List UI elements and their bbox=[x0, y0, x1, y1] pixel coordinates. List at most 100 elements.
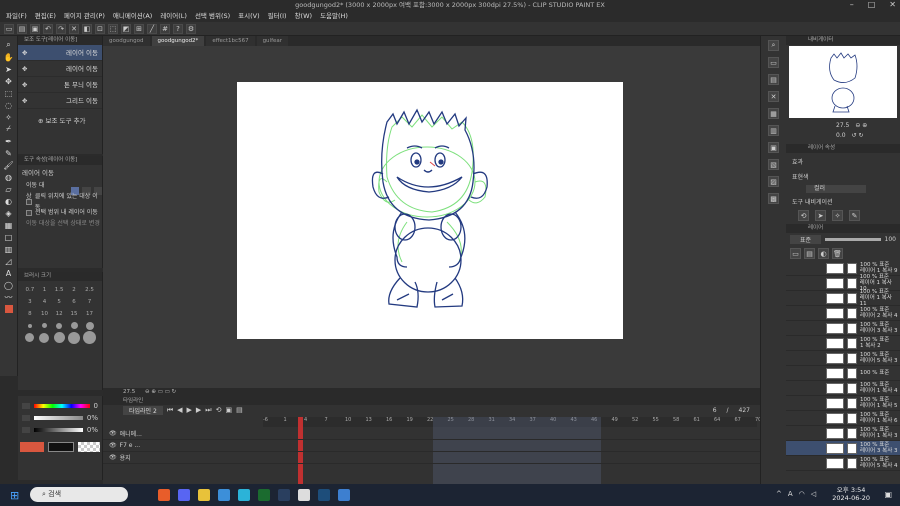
delete-layer-icon[interactable]: 🗑 bbox=[832, 248, 843, 259]
brush-size-item[interactable]: 1 bbox=[39, 285, 51, 294]
new-cel-icon[interactable]: ▤ bbox=[236, 406, 243, 414]
document-tab[interactable]: goodgungod bbox=[103, 36, 150, 46]
taskbar-clock[interactable]: 오후 3:54 2024-06-20 bbox=[832, 486, 870, 502]
brush-size-item[interactable]: 17 bbox=[83, 309, 96, 318]
balloon-icon[interactable]: ◯ bbox=[2, 280, 15, 290]
taskbar-search[interactable]: ⌕ 검색 bbox=[30, 487, 128, 502]
track-row[interactable]: 👁 애니메... bbox=[103, 428, 760, 440]
layer-row[interactable]: 100 % 표준 레이어 3 복사 3 bbox=[786, 321, 900, 336]
layer-row[interactable]: 100 % 표준 레이어 1 복사 5 bbox=[786, 396, 900, 411]
menu-item[interactable]: 애니메이션(A) bbox=[113, 10, 152, 22]
navigator-preview[interactable] bbox=[789, 46, 897, 118]
brush-size-item[interactable]: 8 bbox=[24, 309, 36, 318]
close-icon[interactable]: ✕ bbox=[768, 91, 779, 102]
menu-item[interactable]: 레이어(L) bbox=[160, 10, 187, 22]
menu-item[interactable]: 선택 범위(S) bbox=[195, 10, 230, 22]
folder-icon[interactable] bbox=[198, 489, 210, 501]
brush-size-item[interactable]: 4 bbox=[39, 297, 51, 306]
main-color[interactable] bbox=[20, 442, 44, 452]
ruler-icon[interactable]: ◿ bbox=[2, 256, 15, 266]
gradient-icon[interactable]: ▦ bbox=[2, 220, 15, 230]
app-icon[interactable] bbox=[178, 489, 190, 501]
document-tab[interactable]: gulfear bbox=[256, 36, 289, 46]
brush-size-dot[interactable] bbox=[68, 321, 80, 330]
document-tab[interactable]: goodgungod2* bbox=[151, 36, 205, 46]
clip-studio-icon[interactable] bbox=[298, 489, 310, 501]
close-icon[interactable]: ✕ bbox=[889, 0, 896, 10]
eye-icon[interactable]: 👁 bbox=[109, 454, 117, 461]
opacity-slider[interactable] bbox=[825, 238, 881, 241]
color-select[interactable]: 컬러 bbox=[806, 185, 866, 193]
brush-size-item[interactable]: 2 bbox=[68, 285, 80, 294]
eraser-icon[interactable]: ▱ bbox=[2, 184, 15, 194]
canvas-paper[interactable] bbox=[237, 82, 623, 339]
prev-frame-icon[interactable]: ◀ bbox=[177, 406, 182, 414]
steam-icon[interactable] bbox=[278, 489, 290, 501]
search-layer-icon[interactable]: ▣ bbox=[768, 142, 779, 153]
layer-row[interactable]: 100 % 표준 레이어 3 복사 3 bbox=[786, 441, 900, 456]
airbrush-icon[interactable]: ◍ bbox=[2, 172, 15, 182]
new-file-icon[interactable]: ▭ bbox=[4, 23, 14, 34]
subtool-item[interactable]: ✥ 그리드 이동 bbox=[18, 93, 102, 109]
store-icon[interactable] bbox=[218, 489, 230, 501]
history-icon[interactable]: ▦ bbox=[768, 108, 779, 119]
brush-size-item[interactable]: 10 bbox=[39, 309, 51, 318]
layer-row[interactable]: 100 % 표준 bbox=[786, 366, 900, 381]
brush-size-dot[interactable] bbox=[53, 332, 65, 343]
auto-action-icon[interactable]: ▩ bbox=[768, 193, 779, 204]
redo-icon[interactable]: ↷ bbox=[56, 23, 66, 34]
rotate-icon[interactable]: ⟲ bbox=[798, 210, 809, 221]
xbox-icon[interactable] bbox=[258, 489, 270, 501]
frame-icon[interactable]: ▥ bbox=[2, 244, 15, 254]
brush-size-item[interactable]: 6 bbox=[68, 297, 80, 306]
subtool-item[interactable]: ✥ 레이어 이동 bbox=[18, 45, 102, 61]
brush-size-dot[interactable] bbox=[39, 321, 51, 330]
pencil-icon[interactable]: ✎ bbox=[2, 148, 15, 158]
operation-icon[interactable]: ➤ bbox=[2, 64, 15, 74]
move-layer-icon[interactable]: ✥ bbox=[2, 76, 15, 86]
hue-slider[interactable] bbox=[34, 404, 90, 408]
layer-row[interactable]: 100 % 표준 레이어 5 복사 3 bbox=[786, 351, 900, 366]
selection-icon[interactable]: ⬚ bbox=[2, 88, 15, 98]
zoom-controls[interactable]: ⊖ ⊕ ▭ ▭ ↻ bbox=[145, 389, 176, 395]
snap-grid-icon[interactable]: # bbox=[160, 23, 170, 34]
option-click-position[interactable]: 클릭 위치에 있는 대상 이동 bbox=[18, 193, 102, 211]
checkbox[interactable] bbox=[26, 209, 32, 216]
new-folder-icon[interactable]: ▤ bbox=[804, 248, 815, 259]
lasso-icon[interactable]: ◌ bbox=[2, 100, 15, 110]
brush-size-item[interactable]: 7 bbox=[83, 297, 96, 306]
onion-skin-icon[interactable]: ▣ bbox=[225, 406, 232, 414]
brush-size-item[interactable]: 3 bbox=[24, 297, 36, 306]
item-bank-icon[interactable]: ▥ bbox=[768, 125, 779, 136]
brush-size-dot[interactable] bbox=[83, 321, 96, 330]
brush-size-item[interactable]: 12 bbox=[53, 309, 65, 318]
navigator-zoom[interactable]: 27.5 ⊖ ⊕ bbox=[836, 122, 867, 129]
menu-item[interactable]: 필터(I) bbox=[268, 10, 287, 22]
value-slider[interactable] bbox=[34, 428, 83, 432]
layer-row[interactable]: 100 % 표준 레이어 1 복사 11 bbox=[786, 289, 900, 307]
navigator-icon[interactable]: ⌕ bbox=[768, 40, 779, 51]
animation-cels-icon[interactable]: ▧ bbox=[768, 159, 779, 170]
layer-row[interactable]: 100 % 표준 레이어 2 복사 4 bbox=[786, 306, 900, 321]
brush-size-item[interactable]: 15 bbox=[68, 309, 80, 318]
loop-icon[interactable]: ⟲ bbox=[216, 406, 222, 414]
material-icon[interactable]: ▤ bbox=[768, 74, 779, 85]
checkbox[interactable] bbox=[26, 198, 32, 205]
menu-item[interactable]: 표시(V) bbox=[238, 10, 259, 22]
document-tab[interactable]: effect1bc567 bbox=[206, 36, 255, 46]
brush-size-dot[interactable] bbox=[53, 321, 65, 330]
volume-icon[interactable]: ◁ bbox=[811, 490, 816, 498]
menu-item[interactable]: 페이지 관리(P) bbox=[64, 10, 105, 22]
wifi-icon[interactable]: ◠ bbox=[799, 490, 805, 498]
brush-size-item[interactable]: 2.5 bbox=[83, 285, 96, 294]
deselect-icon[interactable]: ⬚ bbox=[108, 23, 118, 34]
mask-icon[interactable]: ◐ bbox=[818, 248, 829, 259]
layer-row[interactable]: 100 % 표준 1 복사 2 bbox=[786, 336, 900, 351]
fill-icon[interactable]: ◧ bbox=[82, 23, 92, 34]
layer-row[interactable]: 100 % 표준 레이어 5 복사 4 bbox=[786, 456, 900, 471]
layer-row[interactable]: 100 % 표준 레이어 1 복사 3 bbox=[786, 426, 900, 441]
clear-icon[interactable]: ✕ bbox=[69, 23, 79, 34]
menu-item[interactable]: 편집(E) bbox=[35, 10, 56, 22]
notification-icon[interactable]: ▣ bbox=[884, 490, 892, 499]
invert-icon[interactable]: ◩ bbox=[121, 23, 131, 34]
